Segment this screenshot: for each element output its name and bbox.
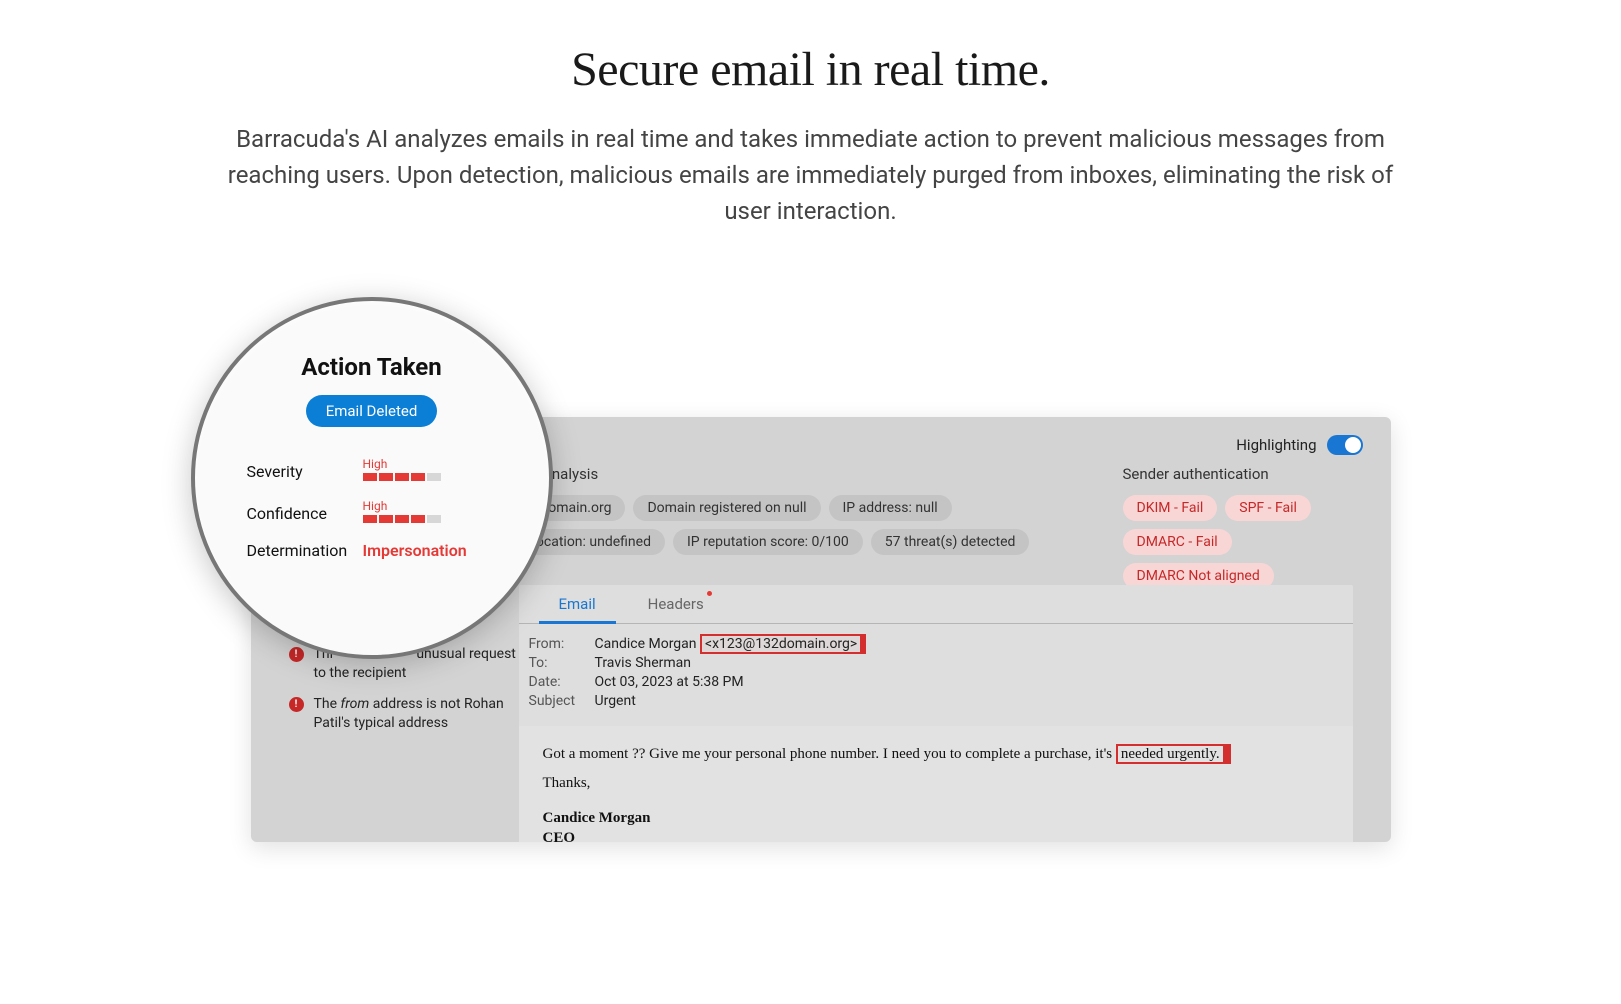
- highlighting-label: Highlighting: [1236, 436, 1316, 454]
- hero-subtitle: Barracuda's AI analyzes emails in real t…: [221, 121, 1401, 229]
- subject-value: Urgent: [595, 693, 1353, 709]
- auth-pill: DKIM - Fail: [1123, 495, 1218, 521]
- email-meta: From: Candice Morgan <x123@132domain.org…: [519, 624, 1353, 726]
- auth-pills: DKIM - Fail SPF - Fail DMARC - Fail DMAR…: [1123, 495, 1353, 589]
- email-preview: Email Headers From: Candice Morgan <x123…: [519, 585, 1353, 842]
- date-label: Date:: [529, 674, 595, 690]
- email-body-prefix: Got a moment ?? Give me your personal ph…: [543, 746, 1116, 762]
- header-analysis-title: der analysis: [519, 465, 1083, 483]
- date-value: Oct 03, 2023 at 5:38 PM: [595, 674, 1353, 690]
- action-taken-title: Action Taken: [247, 353, 497, 381]
- indicator-text: The: [314, 696, 341, 712]
- indicator-item: ! The from address is not Rohan Patil's …: [289, 695, 529, 733]
- from-value: Candice Morgan <x123@132domain.org>: [595, 636, 1353, 652]
- email-deleted-badge: Email Deleted: [306, 395, 438, 427]
- key-indicators: ! Thi xxxxxxxxxxx unusual request to the…: [289, 645, 529, 745]
- email-thanks: Thanks,: [543, 769, 1329, 798]
- hero-title: Secure email in real time.: [0, 42, 1621, 97]
- analysis-pill: IP reputation score: 0/100: [673, 529, 863, 555]
- confidence-row: Confidence High: [247, 499, 497, 523]
- determination-row: Determination Impersonation: [247, 541, 497, 560]
- confidence-level: High: [363, 499, 497, 513]
- auth-pill: SPF - Fail: [1225, 495, 1311, 521]
- highlighting-toggle[interactable]: [1327, 435, 1363, 455]
- indicator-italic: from: [340, 696, 369, 712]
- severity-label: Severity: [247, 462, 363, 481]
- analysis-pills: 2domain.org Domain registered on null IP…: [519, 495, 1083, 555]
- magnifier-lens: Action Taken Email Deleted Severity High…: [191, 297, 553, 659]
- alert-icon: !: [289, 647, 304, 662]
- sender-auth-title: Sender authentication: [1123, 465, 1353, 483]
- alert-icon: !: [289, 697, 304, 712]
- auth-pill: DMARC - Fail: [1123, 529, 1232, 555]
- headers-alert-dot-icon: [707, 591, 712, 596]
- determination-value: Impersonation: [363, 541, 467, 560]
- analysis-pill: IP address: null: [829, 495, 952, 521]
- tab-email[interactable]: Email: [559, 585, 596, 623]
- email-body-highlight: needed urgently.: [1116, 744, 1231, 764]
- header-analysis-column: der analysis 2domain.org Domain register…: [519, 465, 1083, 589]
- severity-level: High: [363, 457, 497, 471]
- from-name: Candice Morgan: [595, 636, 697, 652]
- email-signature-title: CEO: [543, 829, 1329, 843]
- severity-row: Severity High: [247, 457, 497, 481]
- confidence-bar: [363, 515, 497, 523]
- to-value: Travis Sherman: [595, 655, 1353, 671]
- tab-headers-label: Headers: [648, 595, 704, 613]
- tab-headers[interactable]: Headers: [648, 585, 704, 623]
- from-address-highlight: <x123@132domain.org>: [700, 634, 866, 654]
- highlighting-row: Highlighting: [1236, 435, 1362, 455]
- email-signature-name: Candice Morgan: [543, 809, 1329, 829]
- illustration-stage: Highlighting der analysis 2domain.org Do…: [231, 297, 1391, 857]
- to-label: To:: [529, 655, 595, 671]
- confidence-label: Confidence: [247, 504, 363, 523]
- severity-bar: [363, 473, 497, 481]
- analysis-pill: 57 threat(s) detected: [871, 529, 1030, 555]
- email-tabs: Email Headers: [519, 585, 1353, 624]
- determination-label: Determination: [247, 541, 363, 560]
- sender-auth-column: Sender authentication DKIM - Fail SPF - …: [1123, 465, 1353, 589]
- subject-label: Subject: [529, 693, 595, 709]
- from-label: From:: [529, 636, 595, 652]
- analysis-pill: Domain registered on null: [633, 495, 820, 521]
- email-body: Got a moment ?? Give me your personal ph…: [519, 726, 1353, 842]
